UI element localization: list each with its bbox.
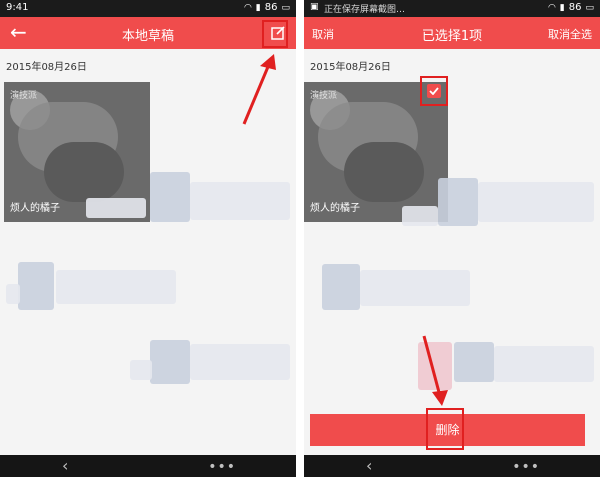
blurred-thumbnail <box>322 264 360 310</box>
battery-level: 86 <box>264 2 278 13</box>
thumbnail-watermark: 演技派 <box>310 91 338 101</box>
status-time: 9:41 <box>6 2 29 13</box>
app-bar: 取消 已选择1项 取消全选 <box>304 17 600 49</box>
blurred-text <box>478 182 594 222</box>
screenshot-notice-icon: ▣ <box>310 2 319 12</box>
nav-menu-icon[interactable]: ••• <box>512 456 540 477</box>
blurred-text <box>402 206 438 226</box>
signal-icon: ▮ <box>559 2 565 13</box>
signal-icon: ▮ <box>255 2 261 13</box>
status-bar: ▣ 正在保存屏幕截图… ◠ ▮ 86 ▭ <box>304 0 600 17</box>
blurred-text <box>6 284 20 304</box>
annotation-highlight-delete <box>426 408 464 450</box>
draft-caption: 烦人的橘子 <box>10 203 60 214</box>
page-title: 本地草稿 <box>121 29 174 44</box>
annotation-highlight-edit <box>262 20 288 48</box>
status-bar: 9:41 ◠ ▮ 86 ▭ <box>0 0 296 17</box>
annotation-arrow-icon <box>242 54 276 125</box>
blurred-thumbnail <box>18 262 54 310</box>
thumbnail-watermark: 演技派 <box>10 91 38 101</box>
blurred-thumbnail <box>150 340 190 384</box>
nav-back-icon[interactable]: ‹ <box>62 455 68 477</box>
blurred-text <box>56 270 176 304</box>
status-notice: 正在保存屏幕截图… <box>324 5 406 15</box>
blurred-text <box>130 360 152 380</box>
system-nav-bar: ‹ ••• <box>0 455 296 477</box>
blurred-text <box>86 198 146 218</box>
blurred-text <box>190 182 290 220</box>
app-bar: ← 本地草稿 <box>0 17 296 49</box>
battery-icon: ▭ <box>281 2 290 13</box>
system-nav-bar: ‹ ••• <box>304 455 600 477</box>
blurred-thumbnail <box>454 342 494 382</box>
draft-date: 2015年08月26日 <box>6 62 87 73</box>
wifi-icon: ◠ <box>243 2 252 13</box>
battery-icon: ▭ <box>585 2 594 13</box>
draft-date: 2015年08月26日 <box>310 62 391 73</box>
blurred-text <box>190 344 290 380</box>
draft-caption: 烦人的橘子 <box>310 203 360 214</box>
blurred-thumbnail <box>150 172 190 222</box>
annotation-highlight-checkbox <box>420 76 448 106</box>
annotation-arrow-icon <box>422 335 448 406</box>
nav-menu-icon[interactable]: ••• <box>208 456 236 477</box>
blurred-text <box>494 346 594 382</box>
nav-back-icon[interactable]: ‹ <box>366 455 372 477</box>
wifi-icon: ◠ <box>547 2 556 13</box>
cancel-all-button[interactable]: 取消全选 <box>548 26 592 42</box>
right-phone-screen: ▣ 正在保存屏幕截图… ◠ ▮ 86 ▭ 取消 已选择1项 取消全选 2015年… <box>304 0 600 477</box>
blurred-thumbnail <box>438 178 478 226</box>
blurred-text <box>360 270 470 306</box>
left-phone-screen: 9:41 ◠ ▮ 86 ▭ ← 本地草稿 2015年08月26日 演技派 烦人的… <box>0 0 296 477</box>
battery-level: 86 <box>568 2 582 13</box>
